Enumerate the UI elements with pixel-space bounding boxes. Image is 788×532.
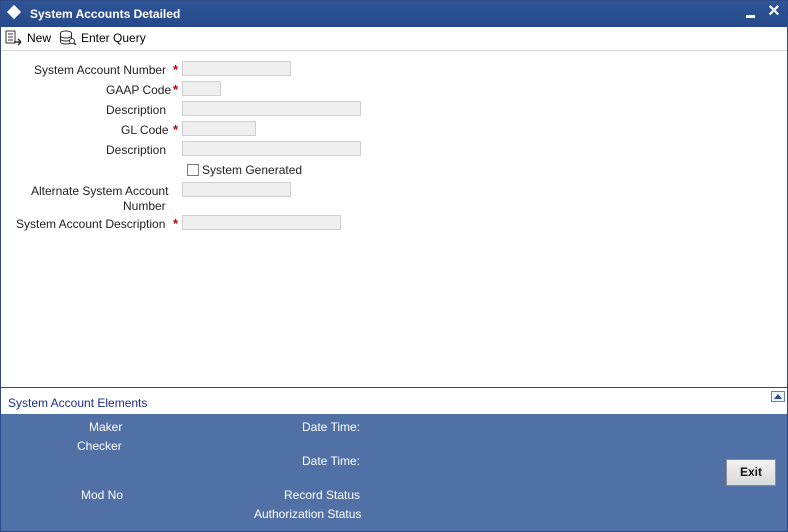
alternate-system-account-number-field[interactable]: [182, 182, 291, 197]
enter-query-button[interactable]: Enter Query: [59, 29, 146, 47]
required-marker: *: [173, 82, 179, 97]
new-label: New: [27, 31, 52, 45]
gaap-description-label: Description: [106, 103, 167, 117]
elements-section-bar: System Account Elements: [1, 387, 787, 415]
required-marker: *: [173, 216, 179, 231]
gl-description-label: Description: [106, 143, 167, 157]
collapse-button[interactable]: [771, 391, 785, 402]
maker-date-time-label: Date Time:: [302, 420, 361, 434]
app-diamond-icon: [6, 4, 22, 20]
alternate-account-label-line1: Alternate System Account: [31, 184, 169, 198]
close-icon: ✕: [767, 3, 781, 20]
enter-query-label: Enter Query: [81, 31, 146, 45]
record-status-label: Record Status: [284, 488, 361, 502]
gaap-code-field[interactable]: [182, 81, 221, 96]
system-account-number-label: System Account Number: [34, 63, 167, 77]
new-document-icon: [5, 30, 22, 46]
alternate-account-label-line2: Number: [123, 199, 166, 213]
checker-date-time-label: Date Time:: [302, 454, 361, 468]
gl-code-label: GL Code: [121, 123, 169, 137]
system-account-description-label: System Account Description: [16, 217, 166, 231]
gaap-code-label: GAAP Code: [106, 83, 172, 97]
required-marker: *: [173, 62, 179, 77]
required-marker: *: [173, 122, 179, 137]
gaap-description-field[interactable]: [182, 101, 361, 116]
system-account-description-field[interactable]: [182, 215, 341, 230]
window-title: System Accounts Detailed: [30, 7, 181, 21]
system-account-number-field[interactable]: [182, 61, 291, 76]
query-database-icon: [60, 30, 77, 46]
mod-no-label: Mod No: [81, 488, 124, 502]
audit-footer: Maker Checker Date Time: Date Time: Mod …: [1, 414, 787, 531]
title-bar[interactable]: System Accounts Detailed ✕: [1, 1, 787, 27]
system-generated-label: System Generated: [202, 163, 303, 177]
checker-label: Checker: [77, 439, 122, 453]
system-accounts-window: System Accounts Detailed ✕ New Enter Que…: [0, 0, 788, 532]
gl-description-field[interactable]: [182, 141, 361, 156]
gl-code-field[interactable]: [182, 121, 256, 136]
maker-label: Maker: [89, 420, 123, 434]
authorization-status-label: Authorization Status: [254, 507, 362, 521]
toolbar: New Enter Query: [1, 27, 787, 51]
close-button[interactable]: ✕: [766, 3, 782, 21]
exit-button[interactable]: Exit: [726, 459, 776, 486]
system-generated-checkbox[interactable]: [187, 164, 199, 176]
system-account-elements-link[interactable]: System Account Elements: [8, 396, 147, 410]
new-button[interactable]: New: [5, 29, 51, 47]
chevron-up-icon: [774, 394, 782, 399]
minimize-button[interactable]: [746, 15, 755, 18]
